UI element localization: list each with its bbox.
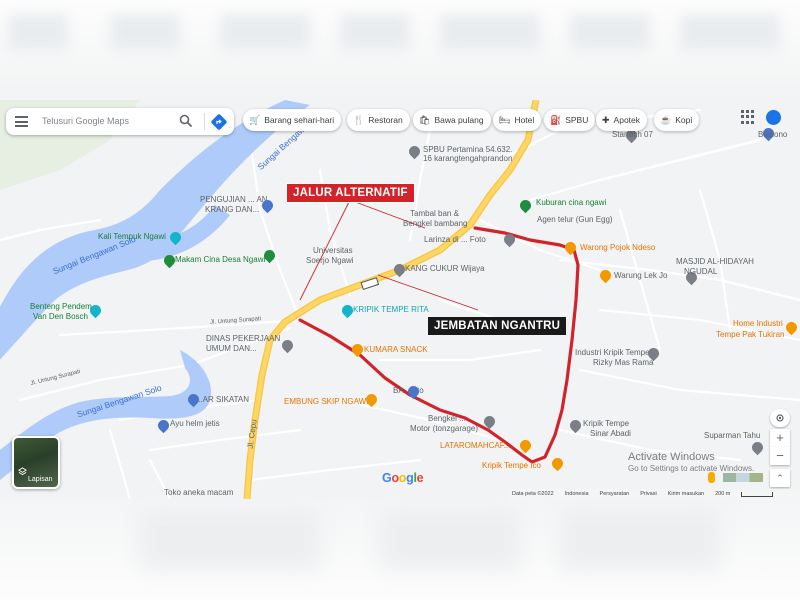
label-dinas-2: UMUM DAN... bbox=[206, 344, 257, 353]
label-home-industri-2: Tempe Pak Tukiran bbox=[716, 330, 785, 339]
label-tambal-ban-1: Tambal ban & bbox=[410, 209, 459, 218]
chip-label: Hotel bbox=[514, 115, 535, 125]
label-kripik-tempe-ico: Kripik Tempe Ico bbox=[482, 461, 541, 470]
my-location-button[interactable] bbox=[770, 409, 790, 427]
label-bengkel-2: Motor (tonzgarage) bbox=[410, 424, 479, 433]
chip-label: Apotek bbox=[613, 115, 641, 125]
label-ayu-helm: Ayu helm jetis bbox=[170, 419, 220, 428]
label-kumara: KUMARA SNACK bbox=[364, 345, 428, 354]
callout-alt-route: JALUR ALTERNATIF bbox=[286, 183, 415, 203]
label-industri-rizky-1: Industri Kripik Tempe bbox=[575, 348, 650, 357]
feedback-link[interactable]: Kirim masukan bbox=[668, 491, 704, 497]
privacy-link[interactable]: Privasi bbox=[640, 491, 657, 497]
chip-restaurants[interactable]: 🍴 Restoran bbox=[347, 109, 410, 131]
label-tambal-ban-2: Bengkel bambang bbox=[403, 219, 468, 228]
search-box[interactable]: Telusuri Google Maps bbox=[6, 108, 234, 135]
label-home-industri-1: Home Industri bbox=[733, 319, 783, 328]
directions-icon[interactable] bbox=[210, 113, 228, 131]
label-embung: EMBUNG SKIP NGAWI bbox=[284, 397, 369, 406]
menu-icon[interactable] bbox=[15, 116, 28, 127]
activate-windows-watermark: Activate Windows Go to Settings to activ… bbox=[628, 451, 754, 473]
chip-coffee[interactable]: ☕ Kopi bbox=[654, 109, 700, 131]
region-label: Indonesia bbox=[564, 491, 589, 497]
label-kripik-rita: KRIPIK TEMPE RITA bbox=[353, 305, 429, 314]
pegman-icon[interactable] bbox=[708, 472, 715, 483]
google-logo: Google bbox=[382, 471, 424, 485]
label-toko-aneka: Toko aneka macam bbox=[164, 488, 234, 497]
chip-label: SPBU bbox=[565, 115, 589, 125]
pharmacy-icon: ✚ bbox=[602, 114, 610, 125]
label-universitas-1: Universitas bbox=[313, 246, 353, 255]
chip-label: Restoran bbox=[368, 115, 403, 125]
label-masjid-2: NGUDAL bbox=[684, 267, 718, 276]
search-divider bbox=[204, 113, 205, 130]
label-dinas-1: DINAS PEKERJAAN bbox=[206, 334, 281, 343]
scale-label[interactable]: 200 m bbox=[715, 491, 730, 497]
blurred-header bbox=[0, 0, 800, 100]
blurred-footer bbox=[0, 499, 800, 600]
callout-bridge: JEMBATAN NGANTRU bbox=[428, 317, 567, 335]
label-industri-rizky-2: Rizky Mas Rama bbox=[593, 358, 654, 367]
imagery-thumbnails[interactable] bbox=[723, 473, 763, 482]
label-bengkel-1: Bengkel ... bbox=[428, 414, 466, 423]
chip-hotels[interactable]: 🛏 Hotel bbox=[493, 109, 542, 131]
label-warung-lek: Warung Lek Jo bbox=[614, 271, 668, 280]
terms-link[interactable]: Persyaratan bbox=[600, 491, 630, 497]
map-footer: Data peta ©2022 Indonesia Persyaratan Pr… bbox=[508, 489, 800, 499]
layers-label: Lapisan bbox=[28, 476, 53, 483]
label-pengujian-1: PENGUJIAN ... AN bbox=[200, 195, 268, 204]
map-canvas bbox=[0, 100, 800, 499]
chip-label: Kopi bbox=[675, 115, 693, 125]
label-kripik-abadi-1: Kripik Tempe bbox=[583, 419, 630, 428]
search-icon[interactable] bbox=[179, 114, 193, 128]
label-startech: Startech 07 bbox=[612, 130, 653, 139]
hotel-icon: 🛏 bbox=[499, 114, 511, 125]
cart-icon: 🛒 bbox=[249, 114, 261, 125]
label-kripik-abadi-2: Sinar Abadi bbox=[590, 429, 631, 438]
zoom-out-button[interactable]: − bbox=[770, 447, 790, 465]
label-kali-tempuk: Kali Tempuk Ngawi bbox=[98, 232, 166, 241]
label-budiono: Budiono bbox=[758, 130, 788, 139]
restaurant-icon: 🍴 bbox=[353, 114, 365, 125]
expand-button[interactable]: ⌃ bbox=[770, 469, 790, 487]
location-icon bbox=[776, 414, 784, 422]
avatar[interactable] bbox=[766, 110, 781, 125]
label-suparman: Suparman Tahu bbox=[704, 431, 761, 440]
map-viewport[interactable]: Sungai Bengawan Sungai Bengawan Solo Sun… bbox=[0, 100, 800, 499]
label-kuburan: Kuburan cina ngawi bbox=[536, 198, 607, 207]
chip-groceries[interactable]: 🛒 Barang sehari-hari bbox=[243, 109, 342, 131]
coffee-icon: ☕ bbox=[660, 114, 672, 125]
label-spbu-1: SPBU Pertamina 54.632. bbox=[423, 145, 513, 154]
chip-takeout[interactable]: 🛍 Bawa pulang bbox=[413, 109, 491, 131]
label-sikatan: ...AR SIKATAN bbox=[196, 395, 250, 404]
watermark-line-2: Go to Settings to activate Windows. bbox=[628, 463, 755, 473]
label-masjid-1: MASJID AL-HIDAYAH bbox=[676, 257, 754, 266]
label-lataromah: LATAROMAHCAF... bbox=[440, 441, 511, 450]
takeout-icon: 🛍 bbox=[419, 114, 431, 125]
fuel-icon: ⛽ bbox=[550, 114, 562, 125]
label-benteng-1: Benteng Pendem bbox=[30, 302, 92, 311]
scale-bar bbox=[741, 491, 774, 497]
label-agen-telur: Agen telur (Gun Egg) bbox=[537, 215, 613, 224]
map-data-credit[interactable]: Data peta ©2022 bbox=[512, 491, 554, 497]
chip-pharmacy[interactable]: ✚ Apotek bbox=[596, 109, 648, 131]
layers-icon bbox=[18, 467, 27, 476]
label-warong-pojok: Warong Pojok Ndeso bbox=[580, 243, 656, 252]
chip-label: Bawa pulang bbox=[434, 115, 484, 125]
zoom-in-button[interactable]: + bbox=[770, 429, 790, 447]
label-pengujian-2: KRANG DAN... bbox=[205, 205, 260, 214]
label-larinza: Larinza di ... Foto bbox=[424, 235, 486, 244]
chip-gas[interactable]: ⛽ SPBU bbox=[544, 109, 596, 131]
label-universitas-2: Soerjo Ngawi bbox=[306, 256, 354, 265]
layers-button[interactable]: Lapisan bbox=[12, 436, 60, 489]
label-spbu-2: 16 karangtengahprandon bbox=[423, 154, 513, 163]
search-input[interactable]: Telusuri Google Maps bbox=[42, 116, 129, 126]
watermark-line-1: Activate Windows bbox=[628, 451, 715, 463]
chip-label: Barang sehari-hari bbox=[264, 115, 335, 125]
label-makam: Makam Cina Desa Ngawi bbox=[175, 255, 266, 264]
apps-grid-icon[interactable] bbox=[741, 110, 755, 124]
label-benteng-2: Van Den Bosch bbox=[33, 312, 88, 321]
label-cukur: KANG CUKUR Wijaya bbox=[405, 264, 485, 273]
